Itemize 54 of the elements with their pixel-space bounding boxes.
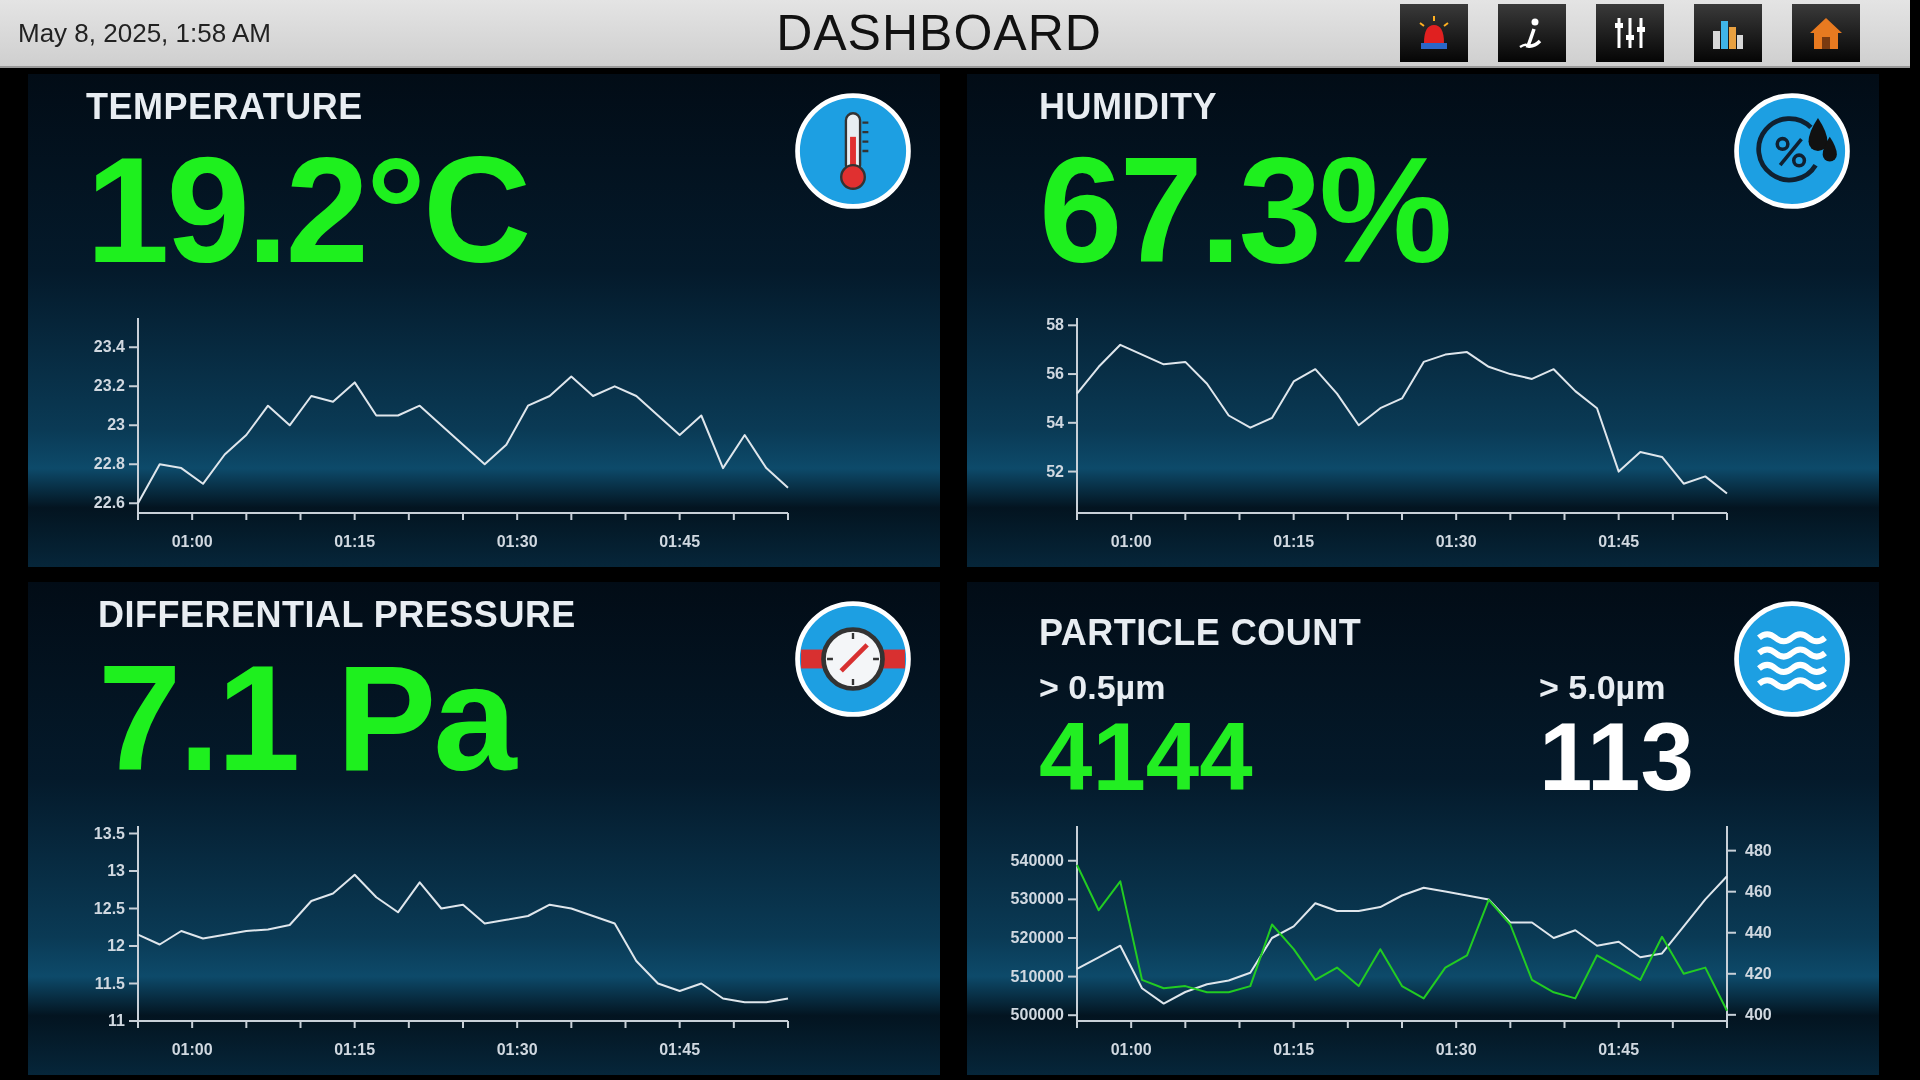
panel-title: TEMPERATURE <box>86 86 364 128</box>
tick-label: 11 <box>108 1012 125 1029</box>
reading-value: 7.1 Pa <box>98 636 517 801</box>
tick-label: 01:30 <box>496 533 538 550</box>
tick-label: 11.5 <box>94 974 125 992</box>
tick-label: 440 <box>1745 923 1772 941</box>
panel-title: PARTICLE COUNT <box>1039 612 1363 654</box>
tick-label: 01:00 <box>1110 533 1152 550</box>
tick-label: 01:15 <box>334 1041 376 1058</box>
tick-label: 13.5 <box>93 824 125 842</box>
date-time: May 8, 2025, 1:58 AM <box>18 17 272 49</box>
reading-value: 19.2°C <box>86 128 530 293</box>
reading-label: > 0.5µm <box>1039 668 1167 707</box>
tick-label: 13 <box>107 862 125 879</box>
panel-title: DIFFERENTIAL PRESSURE <box>98 594 577 636</box>
tick-label: 01:30 <box>1435 1041 1477 1058</box>
tick-label: 23.4 <box>93 338 125 356</box>
tick-label: 01:30 <box>496 1041 538 1058</box>
tick-label: 22.8 <box>93 455 125 473</box>
tick-label: 530000 <box>1010 890 1064 908</box>
tick-label: 01:00 <box>171 533 213 550</box>
tick-label: 22.6 <box>93 494 125 512</box>
tick-label: 01:15 <box>1273 533 1315 550</box>
tick-label: 01:45 <box>659 1041 701 1058</box>
tick-label: 58 <box>1046 316 1064 334</box>
tick-label: 12.5 <box>93 899 125 917</box>
tick-label: 540000 <box>1010 851 1064 869</box>
tick-label: 01:45 <box>1598 533 1640 550</box>
tick-label: 420 <box>1745 964 1772 982</box>
tick-label: 23 <box>107 416 125 434</box>
reading-value: 67.3% <box>1039 128 1451 293</box>
tick-label: 520000 <box>1010 929 1064 946</box>
panel-title: HUMIDITY <box>1039 86 1218 128</box>
reading-value: 113 <box>1539 707 1694 808</box>
tick-label: 460 <box>1745 882 1772 900</box>
tick-label: 23.2 <box>93 377 125 395</box>
tick-label: 01:45 <box>1598 1041 1640 1058</box>
reading-value: 4144 <box>1039 707 1254 808</box>
tick-label: 500000 <box>1010 1006 1064 1024</box>
tick-label: 400 <box>1745 1005 1772 1023</box>
page-title: DASHBOARD <box>776 4 1102 62</box>
tick-label: 01:15 <box>334 533 376 550</box>
tick-label: 510000 <box>1010 967 1064 985</box>
reading-label: > 5.0µm <box>1539 668 1667 707</box>
tick-label: 01:00 <box>1110 1041 1152 1058</box>
tick-label: 01:00 <box>171 1041 213 1058</box>
tick-label: 12 <box>107 937 125 954</box>
tick-label: 01:30 <box>1435 533 1477 550</box>
tick-label: 52 <box>1046 462 1064 480</box>
tick-label: 56 <box>1046 365 1064 383</box>
tick-label: 480 <box>1745 841 1772 859</box>
tick-label: 01:45 <box>659 533 701 550</box>
tick-label: 01:15 <box>1273 1041 1315 1058</box>
tick-label: 54 <box>1046 413 1064 431</box>
